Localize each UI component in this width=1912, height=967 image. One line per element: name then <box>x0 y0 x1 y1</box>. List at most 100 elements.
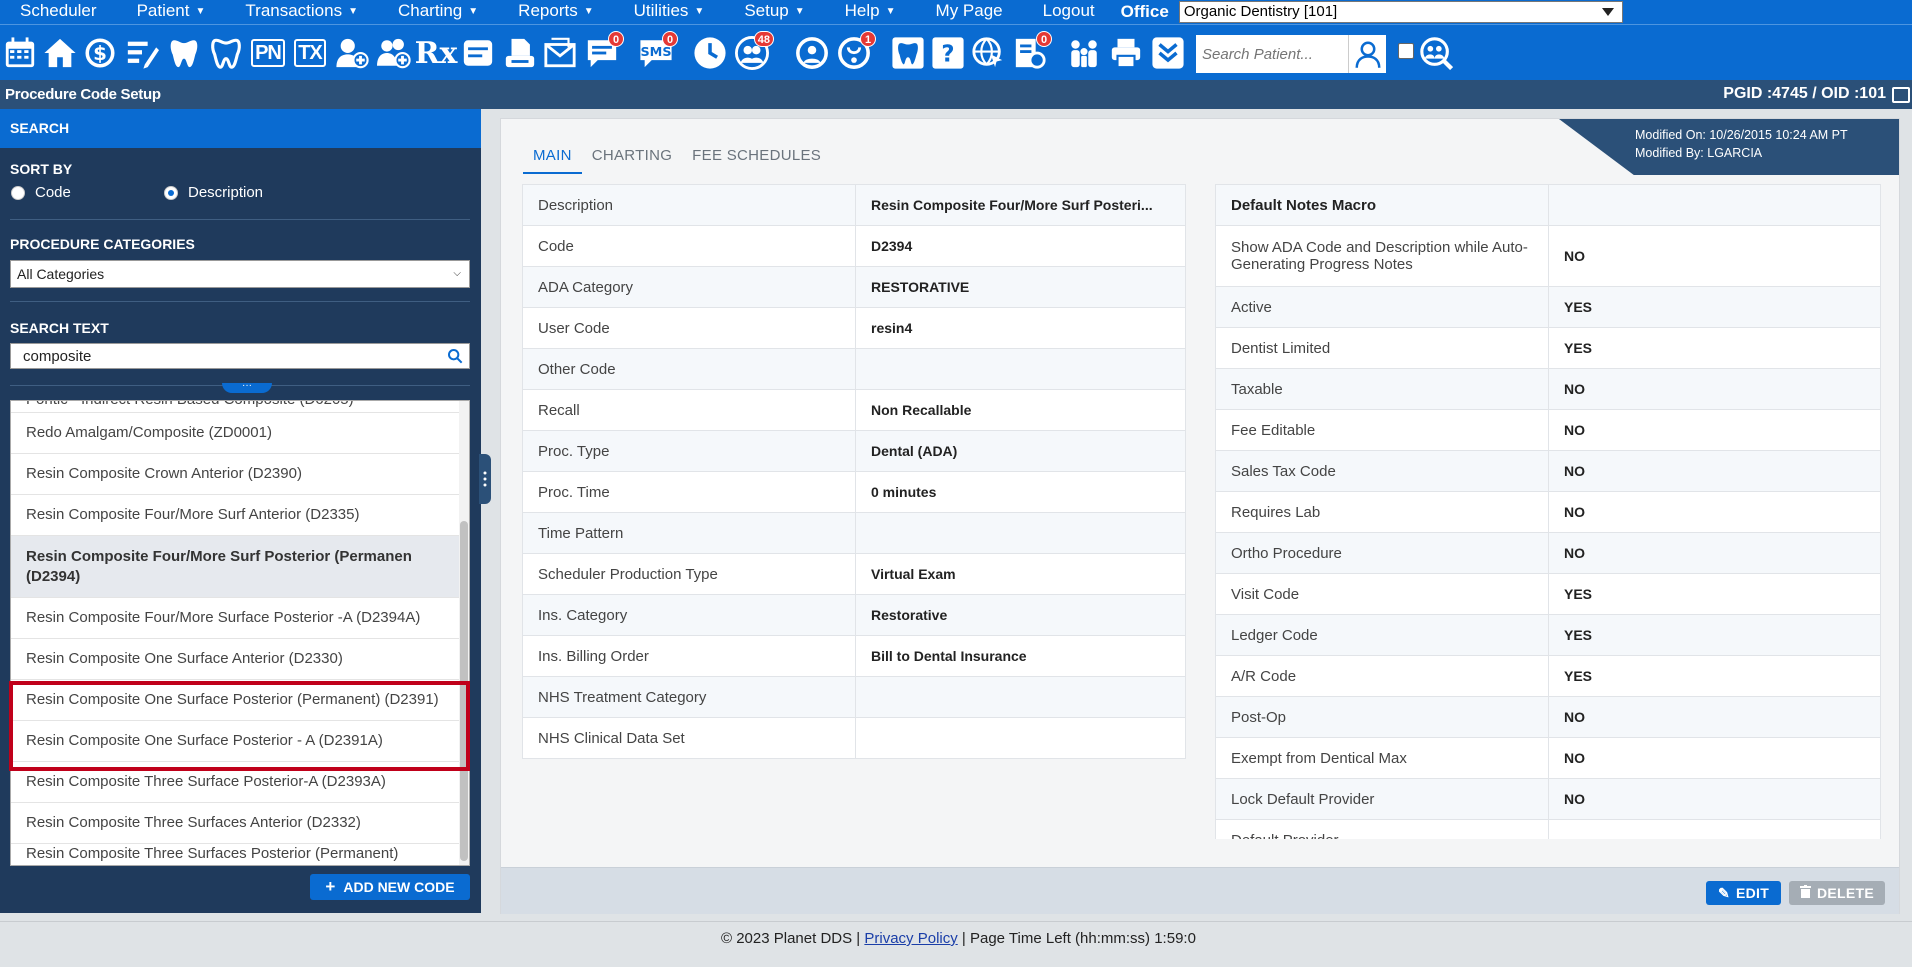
field-label: Default Notes Macro <box>1215 184 1549 226</box>
group-search-icon[interactable] <box>1418 35 1454 71</box>
menu-utilities[interactable]: Utilities ▼ <box>614 0 725 24</box>
treatment-plan-icon[interactable]: TX <box>292 35 328 71</box>
sort-code-radio[interactable]: Code <box>11 184 71 201</box>
eclaims-icon[interactable]: 0 <box>1012 31 1052 71</box>
table-row: Lock Default Provider NO <box>1215 778 1881 820</box>
toolbar-checkbox[interactable] <box>1398 43 1414 59</box>
office-select[interactable]: Organic Dentistry [101] <box>1178 1 1623 23</box>
delete-button[interactable]: DELETE <box>1789 881 1885 905</box>
add-family-icon[interactable] <box>376 35 412 71</box>
modified-by: Modified By: LGARCIA <box>1635 146 1763 160</box>
field-value: YES <box>1548 286 1881 328</box>
tasks-icon[interactable]: 48 <box>734 31 774 71</box>
list-item[interactable]: Resin Composite Three Surface Posterior-… <box>11 762 461 803</box>
field-value: D2394 <box>855 225 1186 267</box>
email-icon[interactable] <box>542 35 578 71</box>
field-value: Non Recallable <box>855 389 1186 431</box>
table-row: Show ADA Code and Description while Auto… <box>1215 225 1881 287</box>
procedure-options-scroll[interactable]: Default Notes Macro Show ADA Code and De… <box>1215 184 1881 839</box>
chevron-down-box-icon[interactable] <box>1150 35 1186 71</box>
list-scrollbar[interactable] <box>459 401 469 865</box>
menu-logout[interactable]: Logout <box>1023 0 1115 24</box>
menu-setup[interactable]: Setup ▼ <box>724 0 824 24</box>
field-label: Scheduler Production Type <box>522 553 856 595</box>
family-icon[interactable] <box>1066 35 1102 71</box>
list-item-selected[interactable]: Resin Composite Four/More Surf Posterior… <box>11 536 461 598</box>
list-item[interactable]: Resin Composite Crown Anterior (D2390) <box>11 454 461 495</box>
menu-my-page[interactable]: My Page <box>916 0 1023 24</box>
privacy-policy-link[interactable]: Privacy Policy <box>864 930 957 947</box>
menu-help[interactable]: Help ▼ <box>825 0 916 24</box>
home-icon[interactable] <box>42 35 78 71</box>
print-document-icon[interactable] <box>502 35 538 71</box>
search-icon[interactable] <box>447 348 463 368</box>
tab-main[interactable]: MAIN <box>523 141 582 174</box>
list-item[interactable]: Resin Composite One Surface Anterior (D2… <box>11 639 461 680</box>
list-item[interactable]: Redo Amalgam/Composite (ZD0001) <box>11 413 461 454</box>
page-header: Procedure Code Setup PGID :4745 / OID :1… <box>0 80 1912 109</box>
field-value <box>1548 819 1881 839</box>
table-row: Description Resin Composite Four/More Sur… <box>522 184 1186 226</box>
dollar-sync-icon[interactable]: $ <box>82 35 118 71</box>
top-menu-bar: Scheduler Patient ▼ Transactions ▼ Chartin… <box>0 0 1912 24</box>
web-pointer-icon[interactable] <box>970 35 1006 71</box>
calendar-icon[interactable] <box>2 35 38 71</box>
clock-icon[interactable] <box>692 35 728 71</box>
menu-transactions[interactable]: Transactions ▼ <box>225 0 378 24</box>
printer-icon[interactable] <box>1108 35 1144 71</box>
list-item[interactable]: Resin Composite Four/More Surface Poster… <box>11 598 461 639</box>
tooth-outline-icon[interactable] <box>208 35 244 71</box>
table-row: Ledger Code YES <box>1215 614 1881 656</box>
panel-splitter[interactable] <box>479 454 491 504</box>
progress-notes-icon[interactable]: PN <box>250 35 286 71</box>
tooth-help-icon[interactable]: ? <box>930 35 966 71</box>
search-text-input[interactable]: composite <box>10 343 470 369</box>
alerts-icon[interactable]: 1 <box>836 31 876 71</box>
search-text-label: SEARCH TEXT <box>10 320 109 336</box>
add-patient-icon[interactable] <box>334 35 370 71</box>
table-row: Fee Editable NO <box>1215 409 1881 451</box>
prescription-icon[interactable]: Rx <box>415 35 458 71</box>
edit-notes-icon[interactable] <box>124 35 160 71</box>
list-resize-handle[interactable]: ··· <box>222 381 272 393</box>
procedure-categories-select[interactable]: All Categories ⌵ <box>10 260 470 288</box>
list-item[interactable]: Resin Composite Four/More Surf Anterior … <box>11 495 461 536</box>
menu-patient[interactable]: Patient ▼ <box>117 0 226 24</box>
tooth-box-icon[interactable] <box>890 35 926 71</box>
field-value: RESTORATIVE <box>855 266 1186 308</box>
tab-fee-schedules[interactable]: FEE SCHEDULES <box>682 141 831 174</box>
field-label: Exempt from Dentical Max <box>1215 737 1549 779</box>
list-item[interactable]: Resin Composite Three Surfaces Anterior … <box>11 803 461 844</box>
tooth-chart-icon[interactable] <box>166 35 202 71</box>
list-item[interactable]: Pontic - Indirect Resin Based Composite … <box>11 401 461 413</box>
field-label: Ins. Category <box>522 594 856 636</box>
svg-text:SMS: SMS <box>640 45 671 60</box>
list-item[interactable]: Resin Composite One Surface Posterior - … <box>11 721 461 762</box>
menu-scheduler[interactable]: Scheduler <box>0 0 117 24</box>
field-label: Requires Lab <box>1215 491 1549 533</box>
caret-down-icon: ▼ <box>195 6 206 17</box>
sms-icon[interactable]: SMS 0 <box>638 31 678 71</box>
office-label: Office <box>1120 2 1169 21</box>
support-icon[interactable] <box>794 35 830 71</box>
sort-description-radio[interactable]: Description <box>164 184 263 201</box>
printer-icon[interactable] <box>1892 87 1910 103</box>
table-row: Dentist Limited YES <box>1215 327 1881 369</box>
edit-button[interactable]: ✎ EDIT <box>1706 881 1781 905</box>
menu-charting[interactable]: Charting ▼ <box>378 0 498 24</box>
table-row: NHS Clinical Data Set <box>522 717 1186 759</box>
table-row: Ins. Category Restorative <box>522 594 1186 636</box>
table-row: Proc. Type Dental (ADA) <box>522 430 1186 472</box>
messages-icon[interactable]: 0 <box>584 31 624 71</box>
field-label: Sales Tax Code <box>1215 450 1549 492</box>
scrollbar-thumb[interactable] <box>460 521 468 861</box>
add-new-code-button[interactable]: + ADD NEW CODE <box>310 874 470 900</box>
list-item[interactable]: Resin Composite Three Surfaces Posterior… <box>11 844 461 865</box>
tab-charting[interactable]: CHARTING <box>582 141 682 174</box>
menu-reports[interactable]: Reports ▼ <box>498 0 613 24</box>
field-label: Show ADA Code and Description while Auto… <box>1215 225 1549 287</box>
table-row: Post-Op NO <box>1215 696 1881 738</box>
patient-search-icon[interactable] <box>1348 35 1386 73</box>
list-icon[interactable] <box>460 35 496 71</box>
list-item[interactable]: Resin Composite One Surface Posterior (P… <box>11 680 461 721</box>
